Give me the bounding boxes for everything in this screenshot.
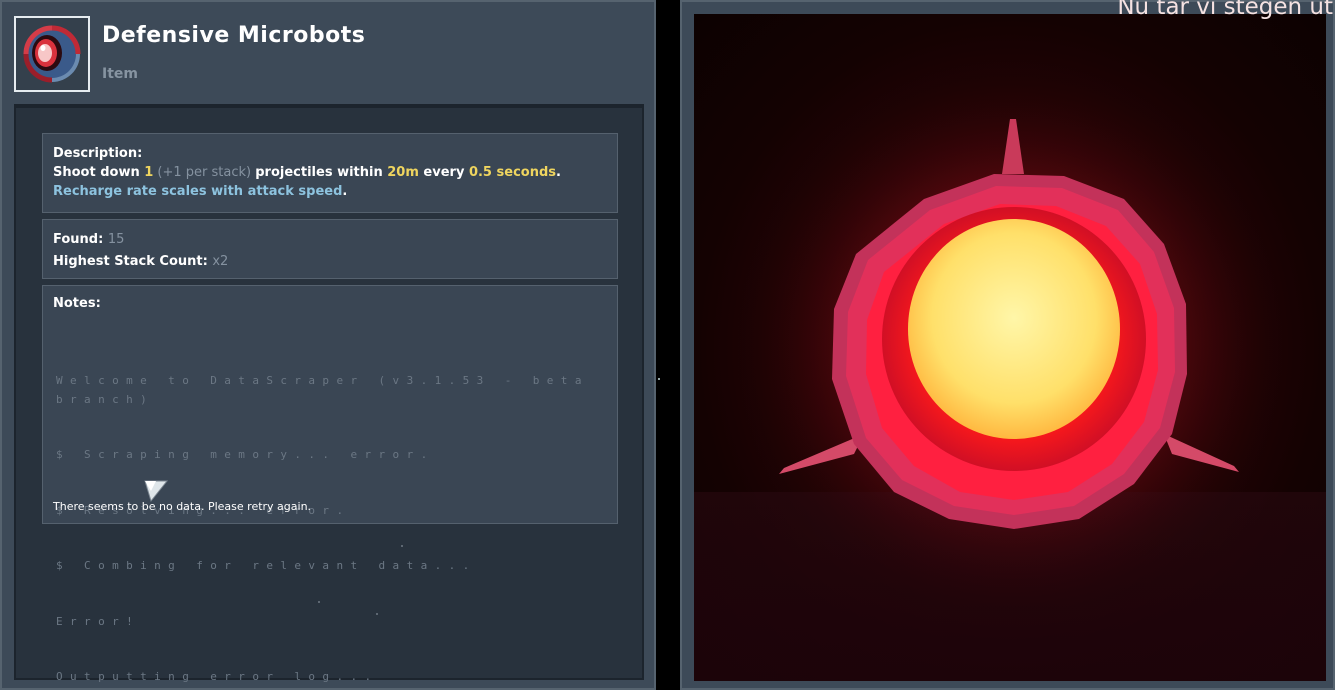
microbots-3d-model xyxy=(744,74,1284,614)
description-heading: Description: xyxy=(53,146,143,161)
stack-stat: Highest Stack Count: x2 xyxy=(53,254,229,269)
item-type: Item xyxy=(102,66,138,82)
log-line: Welcome to DataScraper (v3.1.53 - beta b… xyxy=(56,374,603,406)
dust-speck xyxy=(376,613,378,615)
no-data-message: There seems to be no data. Please retry … xyxy=(53,500,312,513)
item-details-area: Description: Shoot down 1 (+1 per stack)… xyxy=(14,104,644,683)
log-line: $ Combing for relevant data... xyxy=(56,559,477,572)
overlay-caption: Nu tar vi stegen ut xyxy=(1117,0,1333,20)
stack-value: x2 xyxy=(212,254,229,269)
model-viewport[interactable] xyxy=(694,14,1326,681)
model-preview-panel: Nu tar vi stegen ut xyxy=(680,0,1335,690)
found-value: 15 xyxy=(107,232,125,247)
notes-heading: Notes: xyxy=(53,296,101,311)
item-info-panel: Defensive Microbots Item Description: Sh… xyxy=(0,0,656,690)
log-line: Error! xyxy=(56,614,141,628)
dust-speck xyxy=(401,545,403,547)
item-header: Defensive Microbots Item xyxy=(2,2,654,102)
log-line: Outputting error log... xyxy=(56,670,379,683)
mouse-cursor-icon xyxy=(144,480,169,503)
description-text: Shoot down 1 (+1 per stack) projectiles … xyxy=(53,165,561,199)
divider-dot xyxy=(658,378,660,380)
item-icon-frame[interactable] xyxy=(14,16,90,92)
found-stat: Found: 15 xyxy=(53,232,125,247)
log-line: $ Scraping memory... error. xyxy=(56,448,435,461)
notes-box: Notes: Welcome to DataScraper (v3.1.53 -… xyxy=(42,285,618,683)
description-box: Description: Shoot down 1 (+1 per stack)… xyxy=(42,133,618,213)
stats-box: Found: 15 Highest Stack Count: x2 xyxy=(42,219,618,279)
microbots-item-icon xyxy=(23,25,81,83)
item-title: Defensive Microbots xyxy=(102,23,366,48)
dust-speck xyxy=(318,601,320,603)
